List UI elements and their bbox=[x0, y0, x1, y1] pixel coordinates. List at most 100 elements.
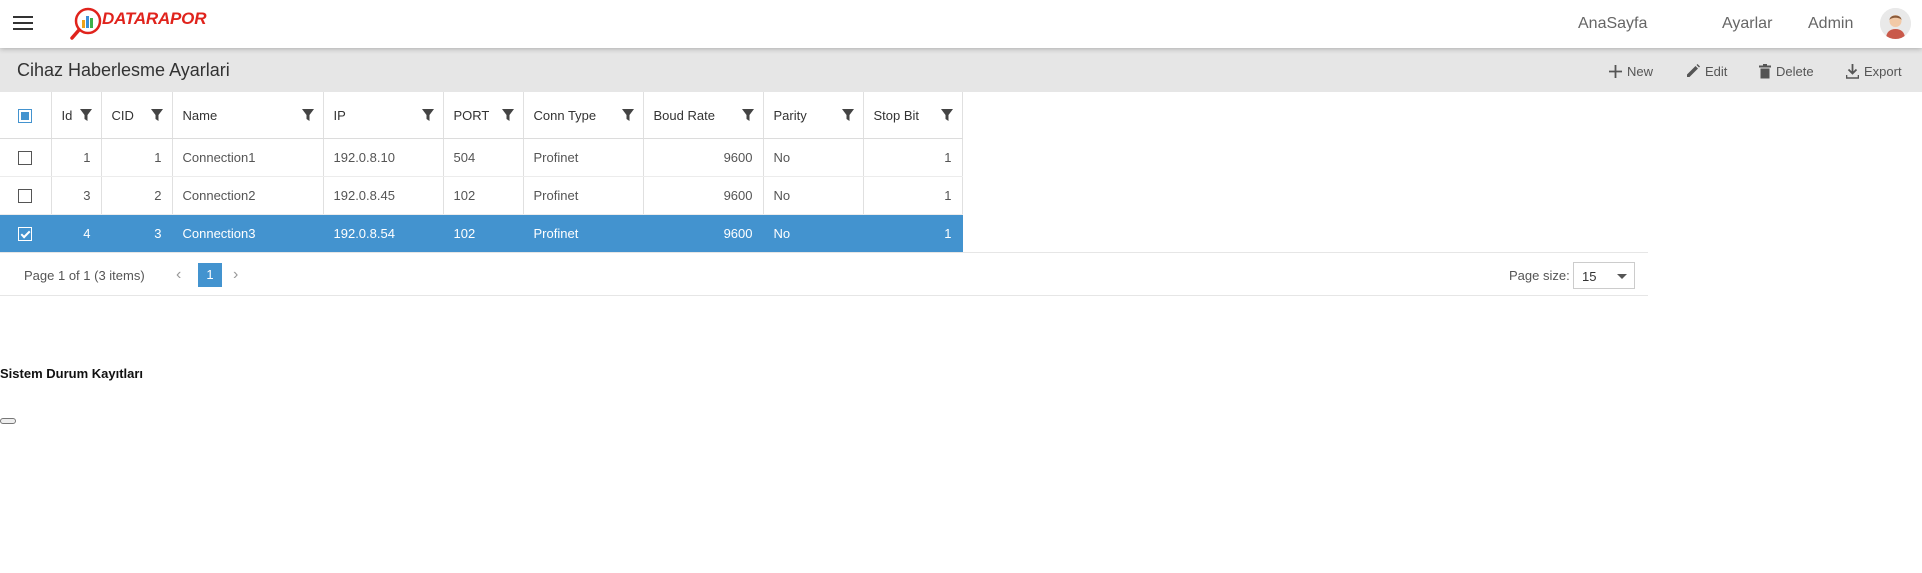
page-size-label: Page size: bbox=[1509, 268, 1570, 283]
row-select-cell bbox=[0, 214, 52, 253]
column-label: PORT bbox=[453, 107, 490, 123]
pencil-icon bbox=[1687, 64, 1700, 77]
row-checkbox[interactable] bbox=[18, 150, 33, 165]
data-grid: Id CID Name IP PORT Conn Type Boud Rate … bbox=[0, 92, 963, 253]
cell-port: 102 bbox=[443, 176, 524, 215]
cell-stop-bit: 1 bbox=[863, 214, 963, 253]
filter-icon[interactable] bbox=[301, 109, 314, 121]
page-number-button[interactable]: 1 bbox=[198, 263, 222, 287]
top-navbar: DATARAPOR AnaSayfa Ayarlar Admin bbox=[0, 0, 1922, 48]
new-button[interactable]: New bbox=[1609, 62, 1653, 80]
column-header-ip[interactable]: IP bbox=[323, 92, 444, 139]
row-select-cell bbox=[0, 138, 52, 177]
cell-stop-bit: 1 bbox=[863, 176, 963, 215]
cell-port: 504 bbox=[443, 138, 524, 177]
cell-conn-type: Profinet bbox=[523, 138, 644, 177]
section-title: Sistem Durum Kayıtları bbox=[0, 366, 144, 381]
plus-icon bbox=[1609, 64, 1622, 78]
column-header-stop-bit[interactable]: Stop Bit bbox=[863, 92, 963, 139]
row-checkbox[interactable] bbox=[18, 188, 33, 203]
logo[interactable]: DATARAPOR bbox=[70, 6, 206, 40]
cell-boud-rate: 9600 bbox=[643, 176, 764, 215]
cell-cid: 3 bbox=[101, 214, 173, 253]
cell-ip: 192.0.8.54 bbox=[323, 214, 444, 253]
logo-text: DATARAPOR bbox=[102, 9, 207, 28]
delete-button[interactable]: Delete bbox=[1759, 62, 1814, 80]
cell-id: 3 bbox=[51, 176, 102, 215]
page-title: Cihaz Haberlesme Ayarlari bbox=[17, 60, 230, 80]
logo-magnifier-icon bbox=[70, 7, 102, 40]
column-header-name[interactable]: Name bbox=[172, 92, 324, 139]
cell-port: 102 bbox=[443, 214, 524, 253]
column-header-id[interactable]: Id bbox=[51, 92, 102, 139]
row-checkbox[interactable] bbox=[18, 226, 33, 241]
menu-icon[interactable] bbox=[13, 16, 33, 30]
cell-id: 4 bbox=[51, 214, 102, 253]
column-header-boud-rate[interactable]: Boud Rate bbox=[643, 92, 764, 139]
cell-conn-type: Profinet bbox=[523, 176, 644, 215]
table-row[interactable]: 1 1 Connection1 192.0.8.10 504 Profinet … bbox=[0, 138, 963, 177]
user-avatar-icon bbox=[1880, 8, 1911, 39]
pager-summary: Page 1 of 1 (3 items) bbox=[24, 268, 145, 283]
column-label: Parity bbox=[773, 107, 807, 123]
table-row-selected[interactable]: 4 3 Connection3 192.0.8.54 102 Profinet … bbox=[0, 214, 963, 253]
chevron-down-icon bbox=[1617, 274, 1627, 279]
avatar[interactable] bbox=[1880, 8, 1911, 39]
column-label: IP bbox=[333, 107, 346, 123]
filter-icon[interactable] bbox=[741, 109, 754, 121]
filter-icon[interactable] bbox=[841, 109, 854, 121]
filter-icon[interactable] bbox=[501, 109, 514, 121]
cell-cid: 1 bbox=[101, 138, 173, 177]
filter-icon[interactable] bbox=[421, 109, 434, 121]
page-size-value: 15 bbox=[1582, 269, 1597, 284]
grid-header-row: Id CID Name IP PORT Conn Type Boud Rate … bbox=[0, 92, 963, 139]
select-all-cell bbox=[0, 92, 52, 139]
cell-name: Connection1 bbox=[172, 138, 324, 177]
cell-name: Connection3 bbox=[172, 214, 324, 253]
export-button-label: Export bbox=[1864, 63, 1902, 79]
cell-id: 1 bbox=[51, 138, 102, 177]
grid-toolbar: Cihaz Haberlesme Ayarlari New Edit Delet… bbox=[0, 48, 1922, 92]
column-label: Conn Type bbox=[533, 107, 597, 123]
cell-cid: 2 bbox=[101, 176, 173, 215]
cell-parity: No bbox=[763, 138, 864, 177]
cell-conn-type: Profinet bbox=[523, 214, 644, 253]
cell-parity: No bbox=[763, 176, 864, 215]
page-size-select[interactable]: 15 bbox=[1573, 262, 1635, 289]
column-label: Id bbox=[61, 107, 73, 123]
filter-icon[interactable] bbox=[150, 109, 163, 121]
column-label: Boud Rate bbox=[653, 107, 715, 123]
filter-icon[interactable] bbox=[79, 109, 92, 121]
prev-page-icon[interactable]: ‹ bbox=[176, 266, 181, 284]
cell-parity: No bbox=[763, 214, 864, 253]
next-page-icon[interactable]: › bbox=[233, 266, 238, 284]
table-row[interactable]: 3 2 Connection2 192.0.8.45 102 Profinet … bbox=[0, 176, 963, 215]
collapsed-button[interactable] bbox=[0, 418, 16, 424]
edit-button[interactable]: Edit bbox=[1686, 62, 1727, 80]
cell-ip: 192.0.8.45 bbox=[323, 176, 444, 215]
filter-icon[interactable] bbox=[621, 109, 634, 121]
cell-boud-rate: 9600 bbox=[643, 214, 764, 253]
cell-stop-bit: 1 bbox=[863, 138, 963, 177]
column-header-cid[interactable]: CID bbox=[101, 92, 173, 139]
delete-button-label: Delete bbox=[1776, 63, 1814, 79]
column-label: Name bbox=[182, 107, 218, 123]
column-header-conn-type[interactable]: Conn Type bbox=[523, 92, 644, 139]
column-header-port[interactable]: PORT bbox=[443, 92, 524, 139]
grid-pager: Page 1 of 1 (3 items) ‹ 1 › Page size: 1… bbox=[0, 252, 1648, 296]
download-icon bbox=[1846, 63, 1859, 79]
new-button-label: New bbox=[1627, 63, 1654, 79]
nav-link-home[interactable]: AnaSayfa bbox=[1578, 15, 1647, 33]
row-select-cell bbox=[0, 176, 52, 215]
cell-boud-rate: 9600 bbox=[643, 138, 764, 177]
cell-ip: 192.0.8.10 bbox=[323, 138, 444, 177]
filter-icon[interactable] bbox=[940, 109, 953, 121]
export-button[interactable]: Export bbox=[1846, 62, 1902, 80]
nav-link-user[interactable]: Admin bbox=[1808, 15, 1853, 33]
edit-button-label: Edit bbox=[1705, 63, 1728, 79]
column-label: CID bbox=[111, 107, 134, 123]
trash-icon bbox=[1759, 63, 1771, 78]
column-header-parity[interactable]: Parity bbox=[763, 92, 864, 139]
nav-link-settings[interactable]: Ayarlar bbox=[1722, 15, 1772, 33]
select-all-checkbox[interactable] bbox=[18, 108, 33, 123]
